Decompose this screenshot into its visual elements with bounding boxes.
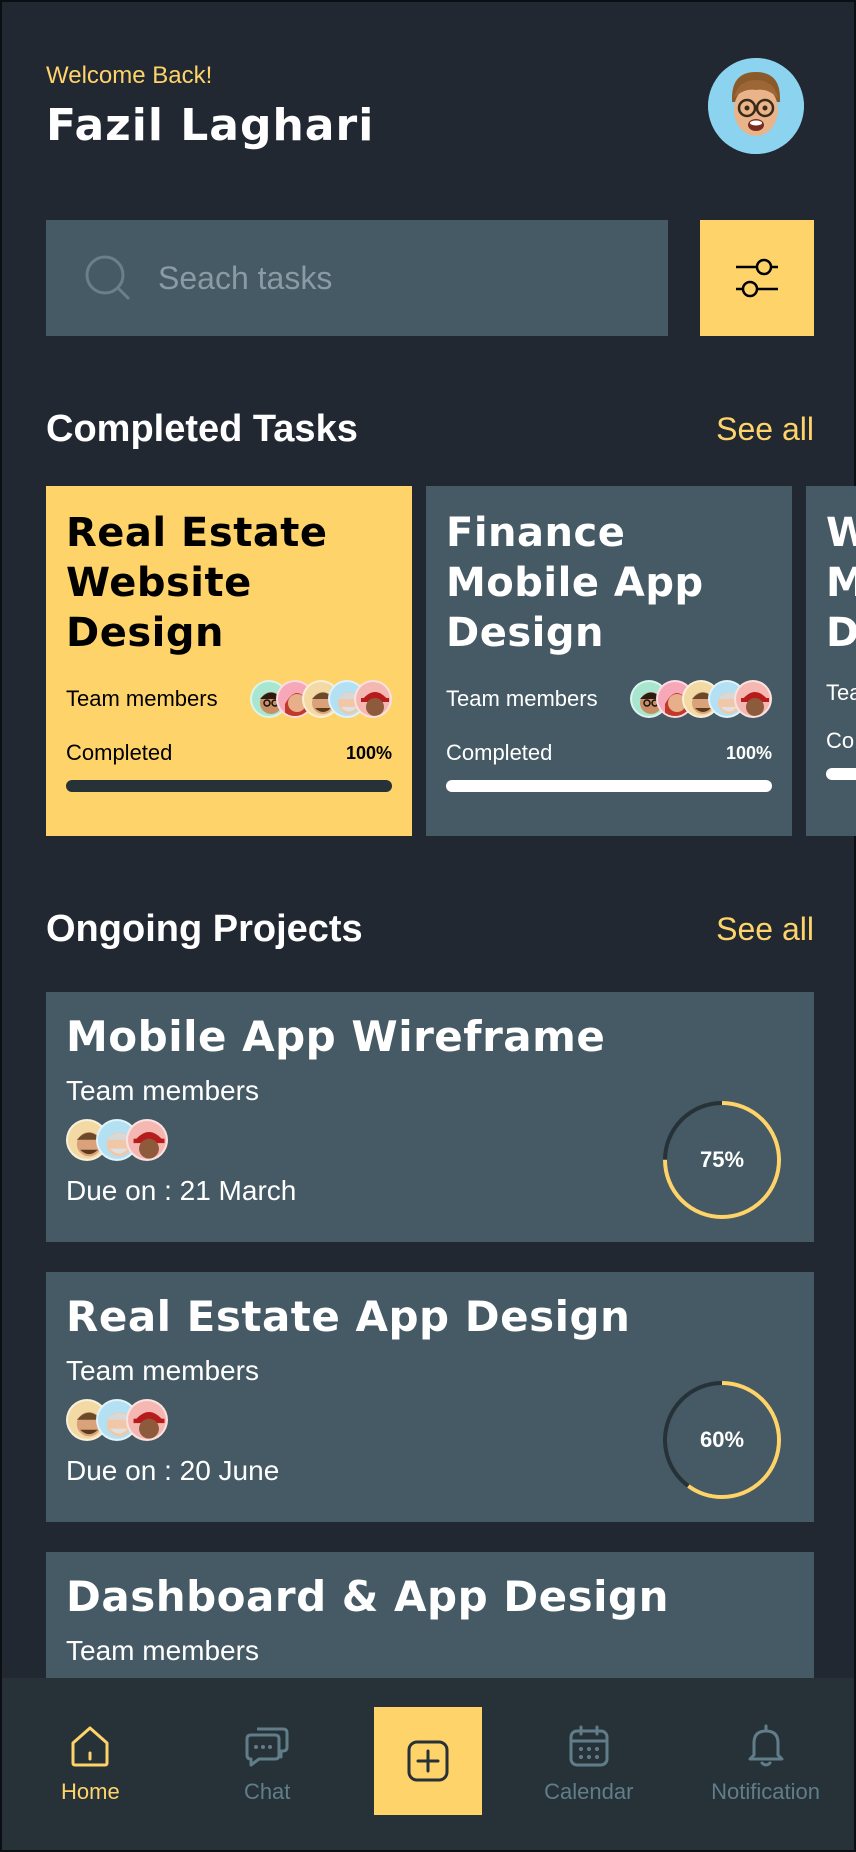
task-card-real-estate[interactable]: Real Estate Website Design Team members … (46, 486, 412, 836)
ongoing-see-all-link[interactable]: See all (716, 911, 814, 948)
memoji-icon (133, 1132, 165, 1159)
task-title-line: Real Estate (66, 510, 328, 556)
member-avatar (126, 1399, 168, 1441)
task-title-line: Website (66, 560, 252, 606)
task-title-line: Finance (446, 510, 626, 556)
nav-chat[interactable]: Chat (197, 1723, 337, 1805)
project-card-real-estate-app[interactable]: Real Estate App Design Team members Due … (46, 1272, 814, 1522)
ongoing-projects-header: Ongoing Projects See all (46, 908, 814, 951)
task-title: Finance Mobile App Design (446, 508, 772, 658)
team-members-label: Team members (66, 686, 218, 711)
completed-label: Co (826, 728, 855, 753)
progress-ring: 75% (662, 1100, 782, 1220)
nav-chat-label: Chat (243, 1779, 291, 1804)
completed-row: Co (826, 728, 856, 754)
completed-tasks-carousel[interactable]: Real Estate Website Design Team members … (46, 486, 856, 836)
search-placeholder: Seach tasks (158, 259, 333, 296)
profile-avatar[interactable] (708, 58, 804, 154)
task-title-line: D (826, 610, 856, 656)
task-title-line: W (826, 510, 856, 556)
team-row: Team members (66, 680, 392, 718)
completed-label: Completed (66, 740, 173, 765)
task-title-line: Mobile App (446, 560, 704, 606)
task-title-line: Design (66, 610, 224, 656)
completed-tasks-header: Completed Tasks See all (46, 408, 814, 451)
sliders-icon (736, 258, 778, 298)
memoji-avatar-icon (708, 58, 804, 154)
completed-row: Completed 100% (446, 740, 772, 766)
nav-notification-label: Notification (711, 1779, 820, 1804)
memoji-icon (361, 692, 389, 716)
ongoing-projects-title: Ongoing Projects (46, 908, 363, 950)
search-input[interactable]: Seach tasks (46, 220, 668, 336)
progress-percent: 60% (699, 1427, 745, 1452)
task-title: Real Estate Website Design (66, 508, 392, 658)
welcome-text: Welcome Back! (46, 62, 213, 89)
calendar-icon (569, 1725, 609, 1767)
member-avatar (354, 680, 392, 718)
search-icon (85, 255, 130, 300)
team-avatars (630, 680, 772, 718)
chat-icon (245, 1727, 289, 1767)
nav-notification[interactable]: Notification (696, 1723, 836, 1805)
header: Welcome Back! Fazil Laghari (46, 58, 814, 162)
completed-percent: 100% (345, 742, 392, 763)
progress-percent: 75% (699, 1147, 745, 1172)
filter-button[interactable] (700, 220, 814, 336)
task-title-line: Design (446, 610, 604, 656)
memoji-icon (741, 692, 769, 716)
task-title-line: M (826, 560, 856, 606)
team-row: Team members (446, 680, 772, 718)
team-members-label: Team members (446, 686, 598, 711)
add-task-button[interactable] (373, 1707, 482, 1815)
completed-label: Completed (446, 740, 553, 765)
task-title: W M D (826, 508, 856, 658)
project-title: Real Estate App Design (66, 1292, 631, 1341)
completed-row: Completed 100% (66, 740, 392, 766)
progress-bar (826, 768, 856, 780)
nav-calendar-label: Calendar (544, 1779, 634, 1804)
team-avatars (250, 680, 392, 718)
project-title: Mobile App Wireframe (66, 1012, 606, 1061)
memoji-icon (133, 1412, 165, 1439)
team-members-label: Tea (826, 680, 856, 705)
user-name: Fazil Laghari (46, 100, 375, 151)
task-card-finance[interactable]: Finance Mobile App Design Team members C… (426, 486, 792, 836)
bottom-navigation: Home Chat Calendar Notification (2, 1678, 854, 1850)
nav-calendar[interactable]: Calendar (519, 1723, 659, 1805)
bell-icon (748, 1724, 784, 1767)
nav-home[interactable]: Home (20, 1723, 160, 1805)
project-title: Dashboard & App Design (66, 1572, 669, 1621)
plus-square-icon (407, 1740, 449, 1782)
progress-ring: 60% (662, 1380, 782, 1500)
home-icon (71, 1726, 109, 1767)
completed-tasks-title: Completed Tasks (46, 408, 358, 450)
team-members-label: Team members (66, 1635, 259, 1666)
member-avatar (734, 680, 772, 718)
progress-bar (66, 780, 392, 792)
member-avatar (126, 1119, 168, 1161)
nav-home-label: Home (61, 1779, 120, 1804)
completed-see-all-link[interactable]: See all (716, 411, 814, 448)
project-card-mobile-wireframe[interactable]: Mobile App Wireframe Team members Due on… (46, 992, 814, 1242)
progress-bar (446, 780, 772, 792)
task-card-partial[interactable]: W M D Tea Co (806, 486, 856, 836)
team-row: Tea (826, 680, 856, 706)
completed-percent: 100% (725, 742, 772, 763)
